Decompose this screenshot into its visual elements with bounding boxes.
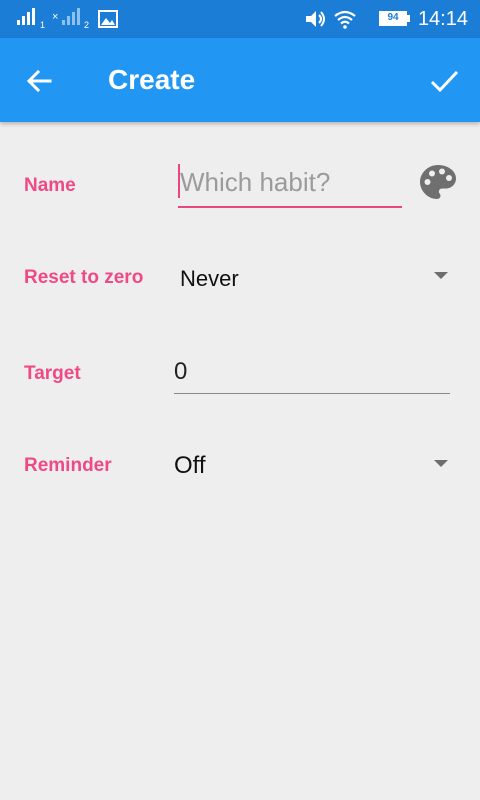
signal-x-icon: [62, 8, 80, 25]
palette-icon[interactable]: [418, 162, 458, 202]
text-caret: [178, 164, 180, 198]
no-signal-x-icon: ×: [52, 11, 59, 23]
target-field[interactable]: [174, 352, 450, 394]
sim1-label: 1: [40, 20, 46, 30]
image-icon: [98, 10, 118, 28]
name-field[interactable]: [178, 160, 402, 208]
dropdown-arrow-icon: [434, 460, 448, 467]
reset-value: Never: [180, 266, 239, 291]
reset-label: Reset to zero: [24, 267, 144, 288]
reminder-value: Off: [174, 452, 206, 479]
name-label: Name: [24, 175, 76, 196]
arrow-back-icon[interactable]: [22, 64, 56, 98]
battery-level: 94: [387, 12, 399, 23]
status-bar: 1 × 2 94 14:14: [0, 0, 480, 38]
battery-icon: 94: [379, 11, 411, 26]
app-bar: Create: [0, 38, 480, 122]
target-input[interactable]: [174, 352, 450, 392]
sim2-label: 2: [84, 20, 90, 30]
reset-select[interactable]: Never: [170, 256, 460, 300]
signal-icon: [17, 8, 35, 25]
volume-icon: [306, 11, 325, 27]
name-input[interactable]: [178, 160, 402, 204]
reminder-label: Reminder: [24, 455, 112, 476]
reminder-select[interactable]: Off: [170, 444, 460, 488]
wifi-icon: [334, 10, 356, 29]
clock: 14:14: [417, 8, 468, 30]
dropdown-arrow-icon: [434, 272, 448, 279]
page-title: Create: [108, 64, 196, 95]
target-label: Target: [24, 363, 81, 384]
check-icon[interactable]: [426, 64, 462, 98]
